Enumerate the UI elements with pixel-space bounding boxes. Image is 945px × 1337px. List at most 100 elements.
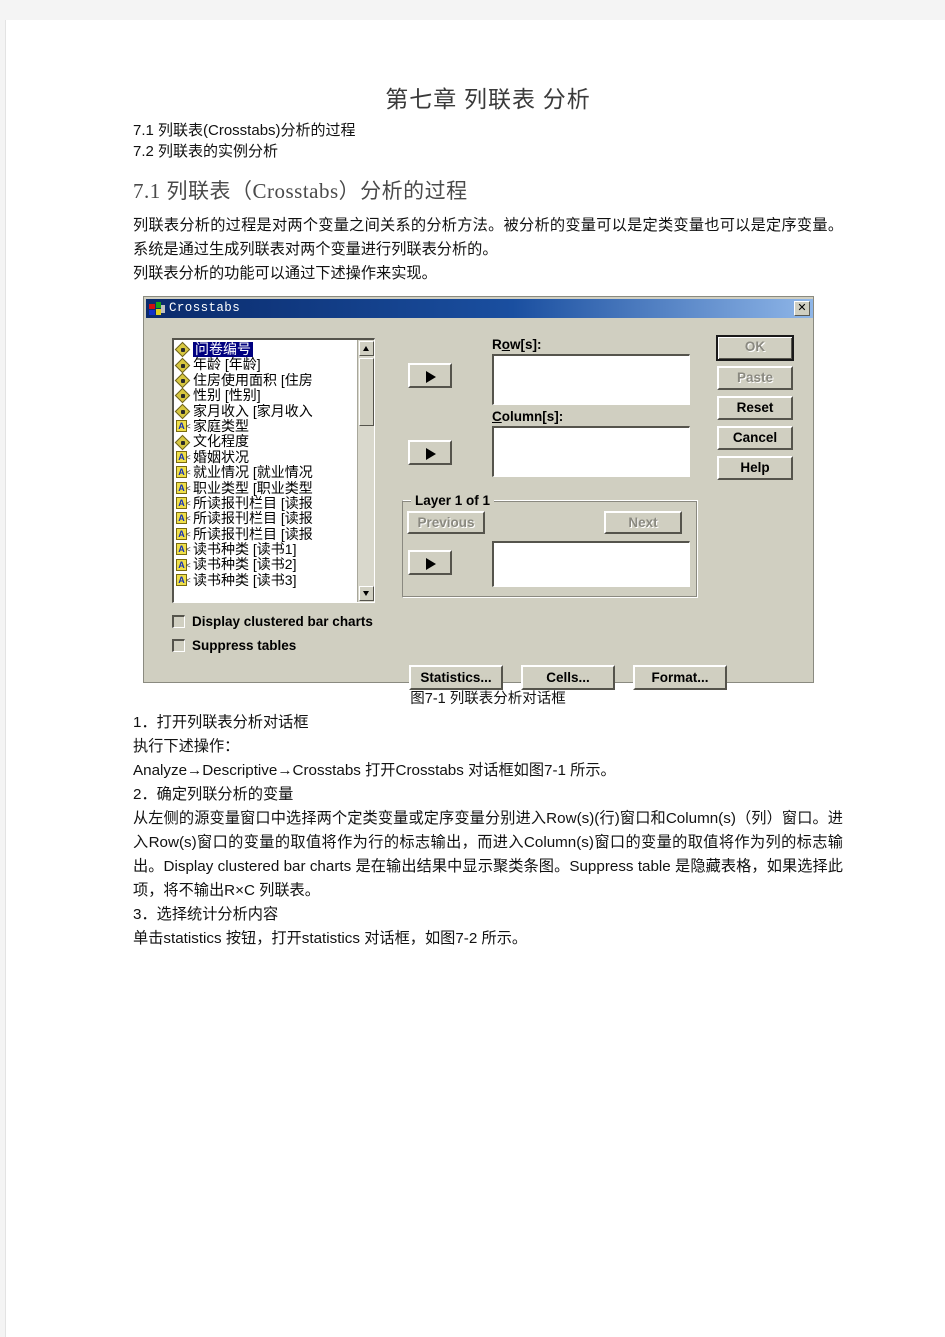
dialog-body: 问卷编号年龄 [年龄]住房使用面积 [住房性别 [性别]家月收入 [家月收入家庭… [144,318,813,690]
variable-list-item[interactable]: 所读报刊栏目 [读报 [176,496,357,511]
source-variable-list[interactable]: 问卷编号年龄 [年龄]住房使用面积 [住房性别 [性别]家月收入 [家月收入家庭… [172,338,375,603]
string-variable-icon [176,497,191,510]
variable-list-item[interactable]: 读书种类 [读书1] [176,542,357,557]
step-1-heading: 1．打开列联表分析对话框 [133,714,309,731]
numeric-variable-icon [176,389,191,402]
cells-button[interactable]: Cells... [521,665,615,690]
variable-list-item[interactable]: 就业情况 [就业情况 [176,465,357,480]
close-icon[interactable]: ✕ [794,301,810,316]
string-variable-icon [176,466,191,479]
variable-list-item-label: 读书种类 [读书1] [193,542,297,558]
statistics-button[interactable]: Statistics... [409,665,503,690]
dialog-title: Crosstabs [169,301,241,315]
layer-listbox[interactable] [492,541,690,587]
previous-button[interactable]: Previous [407,511,485,534]
string-variable-icon [176,512,191,525]
variable-list-item-label: 读书种类 [读书2] [193,557,297,573]
variable-list-item-label: 就业情况 [就业情况 [193,465,313,481]
toc-item-2: 7.2 列联表的实例分析 [133,143,279,160]
variable-list-item[interactable]: 住房使用面积 [住房 [176,373,357,388]
rows-listbox[interactable] [492,354,690,405]
numeric-variable-icon [176,343,191,356]
document-page: 第七章 列联表 分析 7.1 列联表(Crosstabs)分析的过程 7.2 列… [5,20,945,1337]
spss-app-icon [149,301,165,316]
variable-list-item-label: 所读报刊栏目 [读报 [193,526,313,542]
variable-list-item[interactable]: 问卷编号 [176,342,357,358]
variable-list-item-label: 所读报刊栏目 [读报 [193,495,313,511]
variable-list-item-label: 婚姻状况 [193,449,249,465]
crosstabs-dialog: Crosstabs ✕ 问卷编号 年龄 [年龄] 住房使用面积 [住房 性别 [性别]… [143,296,814,690]
string-variable-icon [176,420,191,433]
format-button[interactable]: Format... [633,665,727,690]
variable-list-item[interactable]: 读书种类 [读书2] [176,557,357,572]
variable-list-item[interactable]: 所读报刊栏目 [读报 [176,511,357,526]
figure-caption: 图7-1 列联表分析对话框 [410,691,566,707]
help-button[interactable]: Help [717,456,793,480]
scrollbar-thumb[interactable] [359,358,374,426]
numeric-variable-icon [176,436,191,449]
scroll-up-icon[interactable] [359,341,374,356]
string-variable-icon [176,574,191,587]
reset-button[interactable]: Reset [717,396,793,420]
variable-list-item[interactable]: 职业类型 [职业类型 [176,481,357,496]
variable-list-item-label: 文化程度 [193,434,249,450]
next-button[interactable]: Next [604,511,682,534]
section-heading: 7.1 列联表（Crosstabs）分析的过程 [133,179,468,203]
numeric-variable-icon [176,374,191,387]
variable-list-item-label: 性别 [性别] [193,388,261,404]
checkbox-icon[interactable] [172,639,185,652]
checkbox-label: Display clustered bar charts [192,614,373,629]
variable-list-item[interactable]: 性别 [性别] [176,388,357,403]
string-variable-icon [176,543,191,556]
numeric-variable-icon [176,359,191,372]
dialog-titlebar: Crosstabs ✕ [146,299,813,318]
move-to-rows-button[interactable] [408,363,452,388]
rows-label: Row[s]: [492,337,542,352]
variable-list-item-label: 家月收入 [家月收入 [193,403,313,419]
variable-list-item-label: 住房使用面积 [住房 [193,372,313,388]
source-variable-list-items[interactable]: 问卷编号年龄 [年龄]住房使用面积 [住房性别 [性别]家月收入 [家月收入家庭… [174,340,357,602]
display-clustered-bar-charts-checkbox[interactable]: Display clustered bar charts [172,614,373,629]
arrow-right-icon [426,370,436,383]
step-1-line-1: 执行下述操作： [133,738,240,755]
variable-list-item[interactable]: 所读报刊栏目 [读报 [176,527,357,542]
variable-list-item-label: 年龄 [年龄] [193,357,261,373]
toc-item-1: 7.1 列联表(Crosstabs)分析的过程 [133,122,356,139]
checkbox-label: Suppress tables [192,638,297,653]
variable-list-item-label: 职业类型 [职业类型 [193,480,313,496]
variable-list-item-label: 问卷编号 [193,342,253,358]
variable-list-item[interactable]: 家庭类型 [176,419,357,434]
string-variable-icon [176,450,191,464]
cancel-button[interactable]: Cancel [717,426,793,450]
variable-list-item[interactable]: 家月收入 [家月收入 [176,404,357,419]
paste-button[interactable]: Paste [717,366,793,390]
columns-listbox[interactable] [492,426,690,477]
intro-paragraph: 列联表分析的过程是对两个变量之间关系的分析方法。被分析的变量可以是定类变量也可以… [133,217,843,258]
variable-list-item-label: 读书种类 [读书3] [193,572,297,588]
variable-list-item-label: 所读报刊栏目 [读报 [193,511,313,527]
move-to-columns-button[interactable] [408,440,452,465]
step-2-heading: 2．确定列联分析的变量 [133,786,294,803]
document-content: 第七章 列联表 分析 7.1 列联表(Crosstabs)分析的过程 7.2 列… [133,80,843,951]
intro-paragraph-2: 列联表分析的功能可以通过下述操作来实现。 [133,265,437,282]
ok-button[interactable]: OK [716,335,794,361]
variable-list-scrollbar[interactable] [357,340,374,602]
numeric-variable-icon [176,405,191,418]
variable-list-item[interactable]: 年龄 [年龄] [176,357,357,372]
page-title: 第七章 列联表 分析 [385,87,591,112]
step-2-body: 从左侧的源变量窗口中选择两个定类变量或定序变量分别进入Row(s)(行)窗口和C… [133,810,843,899]
string-variable-icon [176,481,191,495]
suppress-tables-checkbox[interactable]: Suppress tables [172,638,296,653]
step-1-line-2: Analyze→Descriptive→Crosstabs 打开Crosstab… [133,762,616,779]
scroll-down-icon[interactable] [359,586,374,601]
step-3-body: 单击statistics 按钮，打开statistics 对话框，如图7-2 所… [133,930,528,947]
string-variable-icon [176,527,191,541]
step-3-heading: 3．选择统计分析内容 [133,906,279,923]
variable-list-item[interactable]: 文化程度 [176,434,357,449]
columns-label: Column[s]: [492,409,564,424]
variable-list-item[interactable]: 读书种类 [读书3] [176,573,357,588]
checkbox-icon[interactable] [172,615,185,628]
variable-list-item-label: 家庭类型 [193,418,249,434]
variable-list-item[interactable]: 婚姻状况 [176,450,357,465]
layer-groupbox-title: Layer 1 of 1 [411,493,495,508]
